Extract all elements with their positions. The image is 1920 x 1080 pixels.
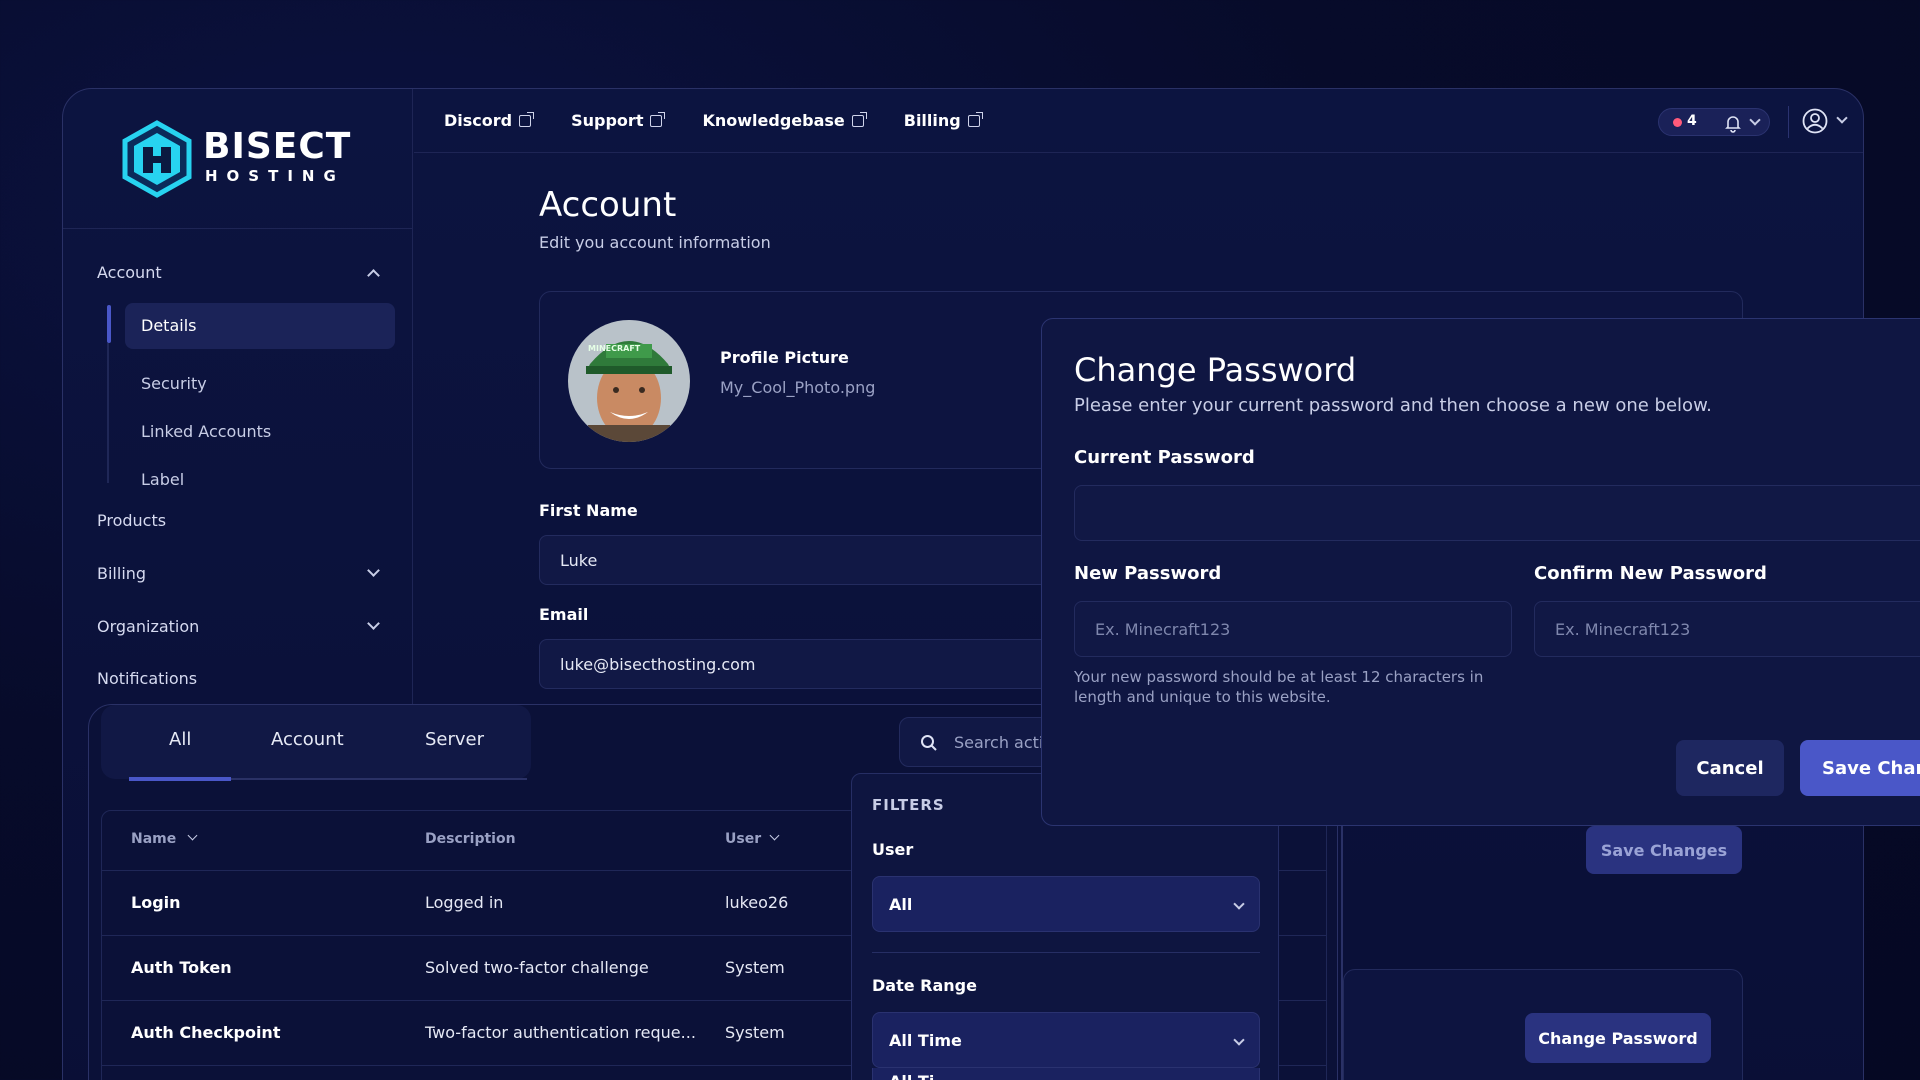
modal-title: Change Password	[1074, 351, 1357, 389]
external-link-icon	[851, 111, 867, 127]
logo-wordmark: BISECT	[203, 126, 352, 167]
sidebar-item-details[interactable]: Details	[125, 303, 395, 349]
logo-hexagon-icon[interactable]	[117, 119, 197, 199]
save-password-button[interactable]: Save Chang	[1800, 740, 1920, 796]
search-input[interactable]: Search acti	[954, 733, 1043, 752]
notification-pill[interactable]: 4	[1658, 108, 1770, 136]
status-dot	[1673, 118, 1682, 127]
tab-server[interactable]: Server	[425, 729, 484, 750]
current-password-label: Current Password	[1074, 447, 1255, 468]
logo-area: BISECT HOSTING	[63, 89, 413, 229]
nav-support-label: Support	[571, 111, 644, 130]
change-password-button[interactable]: Change Password	[1525, 1013, 1711, 1063]
top-bar: Discord Support Knowledgebase Billing	[414, 89, 1863, 153]
row-name: Auth Checkpoint	[131, 1023, 281, 1042]
chevron-down-icon[interactable]	[1749, 114, 1761, 126]
first-name-label: First Name	[539, 501, 638, 520]
current-password-input[interactable]	[1074, 485, 1920, 541]
external-link-icon	[967, 111, 983, 127]
nav-knowledgebase-label: Knowledgebase	[702, 111, 845, 130]
confirm-password-input[interactable]: Ex. Minecraft123	[1534, 601, 1920, 657]
confirm-password-label: Confirm New Password	[1534, 563, 1767, 584]
new-password-label: New Password	[1074, 563, 1222, 584]
bell-icon[interactable]	[1723, 113, 1743, 133]
sidebar-item-products[interactable]: Products	[97, 511, 166, 530]
row-description: Solved two-factor challenge	[425, 958, 649, 977]
sidebar-item-organization[interactable]: Organization	[97, 617, 199, 636]
row-user: System	[725, 1023, 785, 1042]
top-nav: Discord Support Knowledgebase Billing	[444, 111, 983, 130]
column-header-description: Description	[425, 831, 516, 847]
divider	[872, 952, 1260, 953]
first-name-input[interactable]: Luke	[539, 535, 1099, 585]
sidebar-item-billing[interactable]: Billing	[97, 564, 146, 583]
change-password-modal: Change Password Please enter your curren…	[1041, 318, 1920, 826]
profile-filename: My_Cool_Photo.png	[720, 378, 876, 397]
row-description: Logged in	[425, 893, 504, 912]
email-label: Email	[539, 605, 589, 624]
search-icon	[921, 735, 937, 751]
cancel-button[interactable]: Cancel	[1676, 740, 1784, 796]
email-input[interactable]: luke@bisecthosting.com	[539, 639, 1099, 689]
tab-underline	[231, 778, 527, 780]
column-header-name[interactable]: Name	[131, 831, 176, 847]
row-name: Auth Token	[131, 958, 232, 977]
hat-text: MINECRAFT	[588, 344, 641, 353]
save-changes-button[interactable]: Save Changes	[1586, 826, 1742, 874]
active-indicator	[107, 305, 111, 343]
filter-date-label: Date Range	[872, 976, 977, 995]
filter-date-select[interactable]: All Time	[872, 1012, 1260, 1068]
modal-subtitle: Please enter your current password and t…	[1074, 395, 1712, 416]
row-user: lukeo26	[725, 893, 789, 912]
sidebar-item-linked-accounts[interactable]: Linked Accounts	[141, 422, 271, 441]
nav-discord[interactable]: Discord	[444, 111, 535, 130]
chevron-down-icon	[1233, 898, 1245, 910]
external-link-icon	[519, 111, 535, 127]
filters-title: FILTERS	[872, 796, 945, 814]
page-subtitle: Edit you account information	[539, 233, 771, 252]
tab-account[interactable]: Account	[271, 729, 344, 750]
notification-count: 4	[1687, 113, 1697, 129]
profile-picture-label: Profile Picture	[720, 348, 849, 367]
filter-date-value: All Time	[889, 1030, 962, 1050]
search-box[interactable]: Search acti	[899, 717, 1059, 767]
divider	[1788, 106, 1789, 138]
tab-active-underline	[129, 777, 231, 781]
nav-discord-label: Discord	[444, 111, 513, 130]
chevron-down-icon	[1233, 1034, 1245, 1046]
tab-all[interactable]: All	[169, 729, 191, 750]
sidebar-item-label: Details	[141, 316, 197, 335]
logo-subtitle: HOSTING	[205, 167, 345, 185]
sidebar-item-security[interactable]: Security	[141, 374, 207, 393]
sidebar-tree-line	[107, 343, 109, 483]
sidebar-section-account[interactable]: Account	[97, 263, 162, 282]
avatar[interactable]	[568, 320, 690, 442]
external-link-icon	[650, 111, 666, 127]
filter-user-select[interactable]: All	[872, 876, 1260, 932]
new-password-input[interactable]: Ex. Minecraft123	[1074, 601, 1512, 657]
password-hint: Your new password should be at least 12 …	[1074, 668, 1484, 706]
user-account-icon[interactable]	[1802, 108, 1828, 134]
filter-user-label: User	[872, 840, 914, 859]
row-name: Login	[131, 893, 181, 912]
page-title: Account	[539, 185, 677, 225]
row-description: Two-factor authentication reque...	[425, 1023, 696, 1042]
nav-support[interactable]: Support	[571, 111, 666, 130]
column-header-user[interactable]: User	[725, 831, 761, 847]
row-user: System	[725, 958, 785, 977]
sidebar-item-notifications[interactable]: Notifications	[97, 669, 197, 688]
sidebar-item-label-page[interactable]: Label	[141, 470, 184, 489]
filter-user-value: All	[889, 894, 913, 914]
date-option[interactable]: All Ti	[889, 1072, 934, 1080]
nav-billing[interactable]: Billing	[903, 111, 983, 130]
date-options-list: All Ti	[872, 1068, 1260, 1080]
nav-billing-label: Billing	[903, 111, 961, 130]
nav-knowledgebase[interactable]: Knowledgebase	[702, 111, 867, 130]
